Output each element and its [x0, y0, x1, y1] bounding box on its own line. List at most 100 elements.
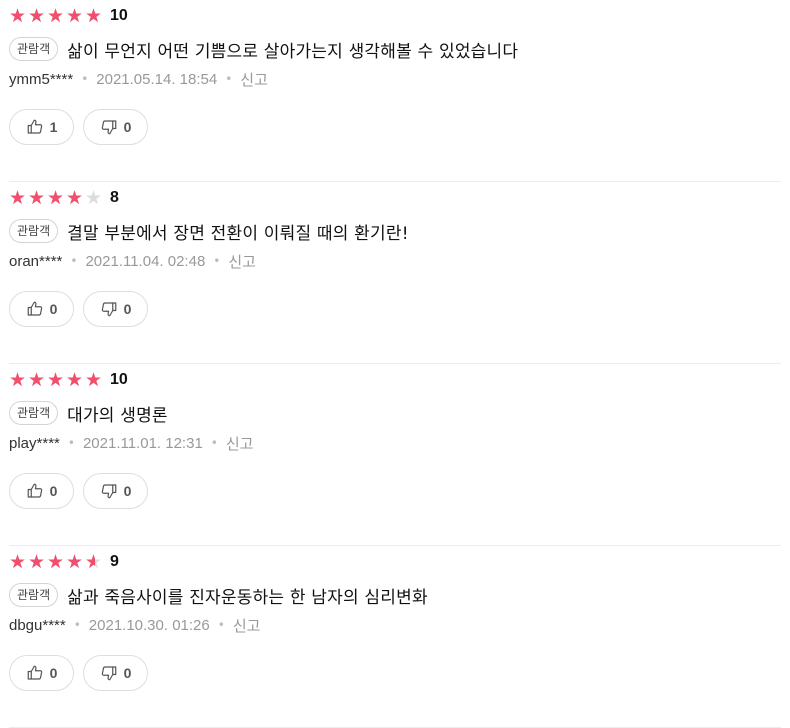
star-icon: ★★: [9, 369, 27, 391]
viewer-badge: 관람객: [9, 401, 59, 425]
separator-dot: •: [73, 618, 81, 632]
separator-dot: •: [81, 72, 89, 86]
thumbs-down-icon: [101, 666, 116, 681]
report-link[interactable]: 신고: [240, 69, 268, 90]
star-fill: ★: [9, 7, 27, 25]
review-date: 2021.11.01. 12:31: [82, 434, 203, 452]
star-fill: ★: [66, 189, 84, 207]
review-comment: 삶이 무언지 어떤 기쁨으로 살아가는지 생각해볼 수 있었습니다: [67, 41, 519, 62]
separator-dot: •: [225, 72, 233, 86]
comment-row: 관람객 삶과 죽음사이를 진자운동하는 한 남자의 심리변화: [9, 582, 428, 608]
rating-score: 8: [110, 189, 119, 206]
star-icon: ★★: [47, 187, 65, 209]
star-rating: ★★★★★★★★★★: [9, 369, 104, 391]
review-comment: 대가의 생명론: [67, 405, 168, 426]
comment-row: 관람객 결말 부분에서 장면 전환이 이뤄질 때의 환기란!: [9, 218, 409, 244]
star-fill: ★: [28, 7, 46, 25]
star-fill: ★: [85, 371, 103, 389]
separator-dot: •: [67, 436, 75, 450]
author-id: oran****: [9, 252, 63, 270]
star-icon: ★★: [9, 5, 27, 27]
star-fill: ★: [9, 371, 27, 389]
dislike-count: 0: [123, 665, 132, 681]
star-icon: ★★: [85, 369, 103, 391]
review-meta: ymm5**** • 2021.05.14. 18:54 • 신고: [9, 68, 268, 90]
star-fill: ★: [66, 553, 84, 571]
rating-row: ★★★★★★★★★★ 8: [9, 188, 119, 208]
star-icon: ★★: [85, 187, 103, 209]
review-comment: 결말 부분에서 장면 전환이 이뤄질 때의 환기란!: [67, 223, 409, 244]
like-count: 0: [49, 301, 58, 317]
star-icon: ★★: [66, 551, 84, 573]
star-fill: ★: [28, 553, 46, 571]
dislike-button[interactable]: 0: [83, 291, 148, 327]
like-count: 0: [49, 483, 58, 499]
rating-row: ★ ★ ★ ★ ★ ★ ★ ★ ★ ★ 10: [9, 6, 128, 26]
rating-score: 10: [110, 7, 128, 24]
thumbs-down-icon: [101, 484, 116, 499]
thumbs-up-icon: [27, 301, 42, 316]
rating-score: 9: [110, 553, 119, 570]
star-fill: ★: [28, 189, 46, 207]
review-item: ★ ★ ★ ★ ★ ★ ★ ★ ★ ★ 10 관람객 삶이 무언지 어떤 기쁨으로 살아가는지 생…: [9, 0, 781, 182]
star-icon: ★★: [85, 551, 103, 573]
comment-row: 관람객 삶이 무언지 어떤 기쁨으로 살아가는지 생각해볼 수 있었습니다: [9, 36, 518, 62]
review-meta: play**** • 2021.11.01. 12:31 • 신고: [9, 432, 253, 454]
report-link[interactable]: 신고: [226, 433, 254, 454]
star-fill: ★: [47, 7, 65, 25]
dislike-button[interactable]: 0: [83, 655, 148, 691]
like-count: 1: [49, 119, 58, 135]
report-link[interactable]: 신고: [228, 251, 256, 272]
separator-dot: •: [217, 618, 225, 632]
like-button[interactable]: 0: [9, 655, 74, 691]
star-icon: ★★: [47, 551, 65, 573]
separator-dot: •: [210, 436, 218, 450]
review-item: ★ ★ ★ ★ ★ ★ ★ ★ ★ ★ 9 관람객 삶과 죽음사이를 진자운동하는 한 남자의 심…: [9, 546, 781, 728]
author-id: ymm5****: [9, 70, 74, 88]
review-comment: 삶과 죽음사이를 진자운동하는 한 남자의 심리변화: [67, 587, 428, 608]
star-icon: ★★: [66, 5, 84, 27]
thumbs-up-icon: [27, 483, 42, 498]
star-rating: ★★★★★★★★★★: [9, 551, 104, 573]
like-count: 0: [49, 665, 58, 681]
viewer-badge: 관람객: [9, 583, 59, 607]
dislike-button[interactable]: 0: [83, 109, 148, 145]
vote-row: 0 0: [9, 655, 157, 691]
like-button[interactable]: 1: [9, 109, 74, 145]
dislike-count: 0: [123, 483, 132, 499]
rating-score: 10: [110, 371, 128, 388]
star-icon: ★★: [9, 187, 27, 209]
vote-row: 1 0: [9, 109, 157, 145]
thumbs-up-icon: [27, 665, 42, 680]
review-meta: oran**** • 2021.11.04. 02:48 • 신고: [9, 250, 256, 272]
like-button[interactable]: 0: [9, 473, 74, 509]
star-icon: ★★: [28, 5, 46, 27]
star-fill: ★: [9, 189, 27, 207]
star-icon: ★★: [47, 369, 65, 391]
star-fill: ★: [66, 371, 84, 389]
separator-dot: •: [213, 254, 221, 268]
review-list: ★ ★ ★ ★ ★ ★ ★ ★ ★ ★ 10 관람객 삶이 무언지 어떤 기쁨으로 살아가는지 생…: [0, 0, 790, 728]
like-button[interactable]: 0: [9, 291, 74, 327]
star-icon: ★★: [66, 187, 84, 209]
rating-row: ★ ★ ★ ★ ★ ★ ★ ★ ★ ★ 10: [9, 370, 128, 390]
rating-row: ★ ★ ★ ★ ★ ★ ★ ★ ★ ★ 9: [9, 552, 119, 572]
review-meta: dbgu**** • 2021.10.30. 01:26 • 신고: [9, 614, 260, 636]
review-date: 2021.10.30. 01:26: [88, 616, 210, 634]
star-fill: ★: [47, 189, 65, 207]
star-icon: ★★: [47, 5, 65, 27]
star-icon: ★★: [28, 551, 46, 573]
vote-row: 0 0: [9, 291, 157, 327]
star-icon: ★★: [66, 369, 84, 391]
star-icon: ★★: [28, 187, 46, 209]
star-fill: ★: [66, 7, 84, 25]
dislike-button[interactable]: 0: [83, 473, 148, 509]
review-date: 2021.05.14. 18:54: [96, 70, 218, 88]
viewer-badge: 관람객: [9, 37, 59, 61]
report-link[interactable]: 신고: [233, 615, 261, 636]
thumbs-up-icon: [27, 119, 42, 134]
thumbs-down-icon: [101, 120, 116, 135]
dislike-count: 0: [123, 301, 132, 317]
viewer-badge: 관람객: [9, 219, 59, 243]
star-fill: ★: [9, 553, 27, 571]
